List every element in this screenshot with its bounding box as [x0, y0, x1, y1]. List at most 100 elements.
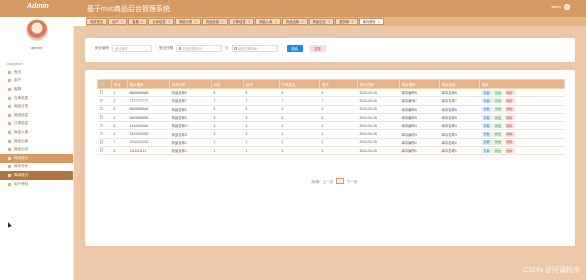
table-cell: 8 — [279, 88, 320, 98]
delete-button[interactable]: 删除 — [504, 131, 515, 137]
delete-button[interactable]: 删除 — [504, 106, 515, 112]
edit-button[interactable]: 修改 — [493, 139, 504, 145]
sidebar-item-profile[interactable]: 用户资料 — [0, 180, 73, 189]
search-button[interactable]: 搜索 — [286, 45, 303, 52]
row-select-cell[interactable] — [97, 88, 112, 98]
close-icon[interactable]: ✕ — [274, 20, 277, 24]
reset-button[interactable]: 重置 — [309, 45, 326, 52]
close-icon[interactable]: ✕ — [121, 20, 124, 24]
tab-stock-out[interactable]: 商品出库 ✕ — [281, 18, 308, 25]
tab-service[interactable]: 客服 ✕ — [128, 18, 148, 25]
row-checkbox[interactable] — [99, 148, 103, 152]
page-number-button[interactable]: 1 — [335, 178, 344, 184]
delete-button[interactable]: 删除 — [504, 123, 515, 129]
row-checkbox[interactable] — [99, 123, 103, 128]
row-select-cell[interactable] — [97, 121, 112, 131]
row-checkbox[interactable] — [99, 115, 103, 119]
tab-product[interactable]: 商品信息 ✕ — [201, 18, 228, 25]
sidebar-item-category[interactable]: 商品分类 — [0, 102, 73, 111]
view-button[interactable]: 查看 — [481, 90, 492, 96]
sidebar-item-warehouse[interactable]: 仓库信息 — [0, 94, 73, 103]
edit-button[interactable]: 修改 — [493, 123, 504, 129]
sidebar-item-outbound[interactable]: 商品出仓 — [0, 145, 73, 154]
user-menu[interactable]: admin — [551, 4, 570, 10]
close-icon[interactable]: ✕ — [351, 20, 354, 24]
sidebar-item-inventory-analysis[interactable]: 库存分析 — [0, 163, 73, 172]
user-avatar-icon[interactable] — [564, 4, 570, 10]
delete-button[interactable]: 删除 — [504, 148, 515, 154]
tab-user[interactable]: 用户 ✕ — [108, 18, 128, 25]
row-select-cell[interactable] — [97, 129, 112, 139]
close-icon[interactable]: ✕ — [248, 20, 251, 24]
row-checkbox[interactable] — [99, 131, 103, 136]
sidebar-item-home[interactable]: 首页 — [0, 68, 73, 77]
row-select-cell[interactable] — [97, 138, 112, 148]
row-select-cell[interactable] — [97, 146, 112, 156]
table-cell: 1 — [243, 146, 280, 156]
view-button[interactable]: 查看 — [481, 148, 492, 154]
table-row: 5 4444444444 商品名称4 4 4 4 4 2024-04-26 库存编号4 库存名称4… — [97, 121, 565, 131]
table-cell: 库存编号1 — [399, 146, 440, 156]
delete-button[interactable]: 删除 — [504, 115, 515, 121]
tab-return[interactable]: 退货单 ✕ — [335, 18, 358, 25]
view-button[interactable]: 查看 — [481, 98, 492, 104]
edit-button[interactable]: 修改 — [493, 98, 504, 104]
view-button[interactable]: 查看 — [481, 131, 492, 137]
close-icon[interactable]: ✕ — [168, 20, 171, 24]
edit-button[interactable]: 修改 — [493, 131, 504, 137]
close-icon[interactable]: ✕ — [328, 20, 331, 24]
tab-inventory-stats[interactable]: 库存统计 ✕ — [358, 18, 385, 25]
select-all-cell[interactable] — [97, 79, 112, 89]
next-page-button[interactable]: 下一页 — [347, 179, 357, 184]
table-row: 2 7777777777 商品名称7 7 7 7 7 2024-04-26 库存编号7 库存名称7… — [97, 96, 565, 106]
stat-number-input[interactable]: 统计编号 — [112, 45, 152, 52]
sidebar-item-service[interactable]: 客服 — [0, 85, 73, 94]
tab-home[interactable]: 系统首页 — [86, 18, 108, 25]
tab-category[interactable]: 商品分类 ✕ — [175, 18, 201, 25]
row-select-cell[interactable] — [97, 105, 112, 114]
close-icon[interactable]: ✕ — [378, 20, 381, 24]
sidebar-item-stock-in[interactable]: 商品入库 — [0, 128, 73, 137]
tab-outbound[interactable]: 商品出仓 ✕ — [308, 18, 335, 25]
table-cell: 库存名称8 — [439, 88, 480, 98]
sidebar-item-order[interactable]: 订单信息 — [0, 120, 73, 129]
date-end-input[interactable]: 结束日期时间 — [231, 45, 278, 52]
edit-button[interactable]: 修改 — [493, 90, 504, 96]
row-checkbox[interactable] — [99, 140, 103, 144]
delete-button[interactable]: 删除 — [504, 139, 515, 145]
date-start-input[interactable]: 开始日期时间 — [176, 45, 222, 52]
row-checkbox[interactable] — [99, 90, 103, 94]
close-icon[interactable]: ✕ — [194, 20, 197, 24]
avatar — [25, 19, 48, 41]
tab-stock-in[interactable]: 商品入库 ✕ — [255, 18, 281, 25]
sidebar-item-product[interactable]: 商品信息 — [0, 111, 73, 120]
view-button[interactable]: 查看 — [481, 106, 492, 112]
close-icon[interactable]: ✕ — [141, 20, 144, 24]
close-icon[interactable]: ✕ — [301, 20, 304, 24]
row-select-cell[interactable] — [97, 113, 112, 123]
edit-button[interactable]: 修改 — [493, 106, 504, 112]
edit-button[interactable]: 修改 — [493, 115, 504, 121]
view-button[interactable]: 查看 — [481, 115, 492, 121]
view-button[interactable]: 查看 — [481, 139, 492, 145]
sidebar-item-inventory-stats-parent[interactable]: 库存统计 — [0, 153, 73, 163]
view-button[interactable]: 查看 — [481, 123, 492, 129]
table-cell: 3333333333 — [127, 129, 170, 139]
prev-page-button[interactable]: 上一页 — [323, 179, 333, 184]
select-all-checkbox[interactable] — [100, 81, 104, 86]
row-checkbox[interactable] — [99, 106, 103, 111]
sidebar-item-stock-out[interactable]: 商品出库 — [0, 137, 73, 146]
delete-button[interactable]: 删除 — [504, 90, 515, 96]
tab-order[interactable]: 订单信息 ✕ — [228, 18, 255, 25]
sidebar-item-inventory-stats[interactable]: 库存统计 — [0, 171, 73, 180]
table-cell: 6 — [211, 105, 244, 114]
close-icon[interactable]: ✕ — [221, 20, 224, 24]
row-actions-cell: 查看 修改 删除 — [479, 113, 565, 123]
tab-warehouse[interactable]: 仓库信息 ✕ — [148, 18, 175, 25]
sidebar-item-user[interactable]: 用户 — [0, 77, 73, 86]
delete-button[interactable]: 删除 — [504, 98, 515, 104]
row-select-cell[interactable] — [97, 96, 112, 106]
edit-button[interactable]: 修改 — [493, 148, 504, 154]
row-checkbox[interactable] — [99, 98, 103, 103]
table-cell: 库存名称3 — [439, 129, 480, 139]
